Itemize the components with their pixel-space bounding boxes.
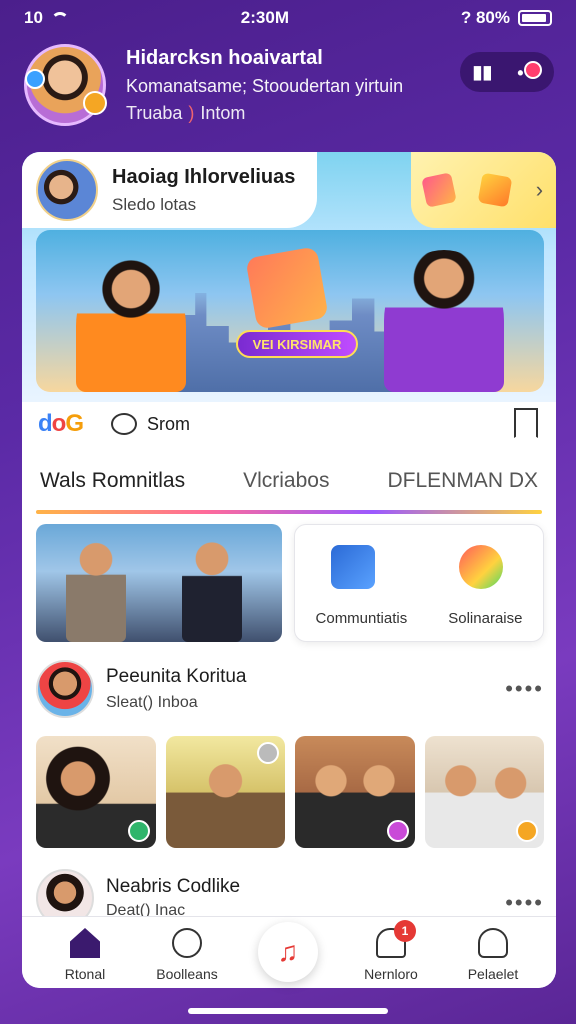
home-indicator[interactable] xyxy=(188,1008,388,1014)
feature-text: Haoiag Ihlorveliuas Sledo lotas xyxy=(112,166,295,215)
photo-badge xyxy=(127,820,150,842)
status-left: 10 xyxy=(24,8,69,28)
hero-label[interactable]: VEI KIRSIMAR xyxy=(236,330,358,358)
tile-left-label[interactable]: Communtiatis xyxy=(316,610,408,627)
feature-banner: Haoiag Ihlorveliuas Sledo lotas › VEI KI… xyxy=(22,152,556,402)
photo-3[interactable] xyxy=(295,736,415,848)
post-2-text: Neabris Codlike Deat() Inac xyxy=(106,876,240,920)
profile-meta-left: Truaba xyxy=(126,102,183,123)
tab-3[interactable]: DFLENMAN DX xyxy=(387,469,538,493)
nav-profile-label: Pelaelet xyxy=(467,966,519,982)
toy-icon-2 xyxy=(477,172,513,208)
comment-icon xyxy=(111,413,138,435)
music-note-icon[interactable]: ♫ xyxy=(258,922,318,982)
tile-person-right xyxy=(182,538,242,642)
photo-row xyxy=(36,736,544,848)
post-actions: doG Srom xyxy=(38,402,538,446)
tiles-row: Communtiatis Solinaraise xyxy=(36,524,544,642)
avatar-badge-left xyxy=(25,69,45,89)
chevron-right-icon[interactable]: › xyxy=(536,177,543,203)
post-1-name: Peeunita Koritua xyxy=(106,666,247,687)
battery-text: ? 80% xyxy=(460,8,510,27)
wifi-icon xyxy=(50,12,69,24)
bookmark-icon[interactable] xyxy=(514,408,538,438)
profile-meta-sep: ) xyxy=(188,102,195,123)
user-icon xyxy=(478,928,508,958)
tile-photo[interactable] xyxy=(36,524,282,642)
profile-meta-right: Intom xyxy=(200,102,246,123)
tab-1[interactable]: Wals Romnitlas xyxy=(40,469,185,493)
status-right: ? 80% xyxy=(461,8,552,28)
hero-image[interactable]: VEI KIRSIMAR xyxy=(36,230,544,392)
nav-profile[interactable]: Pelaelet xyxy=(450,928,536,982)
post-1-avatar[interactable] xyxy=(36,660,94,718)
nav-home-label: Rtonal xyxy=(64,966,106,982)
tile-categories[interactable]: Communtiatis Solinaraise xyxy=(294,524,544,642)
hero-person-left xyxy=(76,260,186,392)
nav-notifications[interactable]: 1 Nernloro xyxy=(348,920,434,982)
photo-badge xyxy=(386,820,409,842)
tile-right-label[interactable]: Solinaraise xyxy=(448,610,522,627)
battery-icon xyxy=(518,10,552,26)
comment-button[interactable]: Srom xyxy=(111,413,190,435)
profile-meta: Truaba) Intom xyxy=(126,103,554,124)
more-icon[interactable]: • xyxy=(517,60,542,84)
status-time: 2:30M xyxy=(240,8,289,27)
photo-4[interactable] xyxy=(424,736,544,848)
profile-header: Hidarcksn hoaivartal Komanatsame; Stooud… xyxy=(24,40,554,130)
logo-letter-o: o xyxy=(51,410,67,437)
profile-avatar[interactable] xyxy=(24,44,107,126)
logo-letter-g: G xyxy=(65,410,84,437)
brand-logo[interactable]: doG xyxy=(38,410,84,438)
nav-home[interactable]: Rtonal xyxy=(42,928,128,982)
bell-icon: 1 xyxy=(376,920,416,958)
comment-label: Srom xyxy=(147,413,191,434)
photo-1[interactable] xyxy=(36,736,156,848)
compass-icon xyxy=(172,928,202,958)
more-options-icon[interactable]: •••• xyxy=(505,676,544,702)
nav-explore-label: Boolleans xyxy=(156,966,218,982)
feature-name: Haoiag Ihlorveliuas xyxy=(112,165,296,188)
tab-2[interactable]: Vlcriabos xyxy=(243,469,329,493)
post-1-text: Peeunita Koritua Sleat() Inboa xyxy=(106,666,247,712)
phone-icon[interactable]: ▮▮ xyxy=(472,62,492,83)
avatar-badge-right xyxy=(83,91,107,115)
post-1[interactable]: Peeunita Koritua Sleat() Inboa •••• xyxy=(36,654,544,724)
tile-person-left xyxy=(66,536,126,642)
header-action-pill[interactable]: ▮▮ • xyxy=(460,52,554,92)
post-2-name: Neabris Codlike xyxy=(106,876,241,897)
more-options-icon[interactable]: •••• xyxy=(505,890,544,916)
hero-cube xyxy=(245,246,329,330)
notification-dot xyxy=(523,60,542,79)
feature-toys[interactable]: › xyxy=(411,152,556,228)
tab-bar: Wals Romnitlas Vlcriabos DFLENMAN DX xyxy=(22,452,556,510)
notification-badge: 1 xyxy=(394,920,416,942)
feature-header[interactable]: Haoiag Ihlorveliuas Sledo lotas xyxy=(22,152,317,228)
status-bar: 10 2:30M ? 80% xyxy=(0,0,576,36)
tab-indicator xyxy=(36,510,542,514)
home-icon xyxy=(70,928,100,958)
photo-2[interactable] xyxy=(165,736,285,848)
hero-person-right xyxy=(384,250,504,392)
nav-notifications-label: Nernloro xyxy=(364,966,418,982)
signal-text: 10 xyxy=(24,8,43,27)
nav-explore[interactable]: Boolleans xyxy=(144,928,230,982)
photo-badge xyxy=(516,820,538,842)
feature-sub: Sledo lotas xyxy=(112,194,197,214)
community-icon xyxy=(331,545,375,589)
solutions-icon xyxy=(459,545,503,589)
toy-icon xyxy=(421,172,457,208)
post-1-sub: Sleat() Inboa xyxy=(106,694,198,711)
logo-letter-d: d xyxy=(38,410,53,437)
feature-avatar[interactable] xyxy=(36,159,98,221)
main-card: Haoiag Ihlorveliuas Sledo lotas › VEI KI… xyxy=(22,152,556,988)
photo-badge xyxy=(257,742,279,764)
